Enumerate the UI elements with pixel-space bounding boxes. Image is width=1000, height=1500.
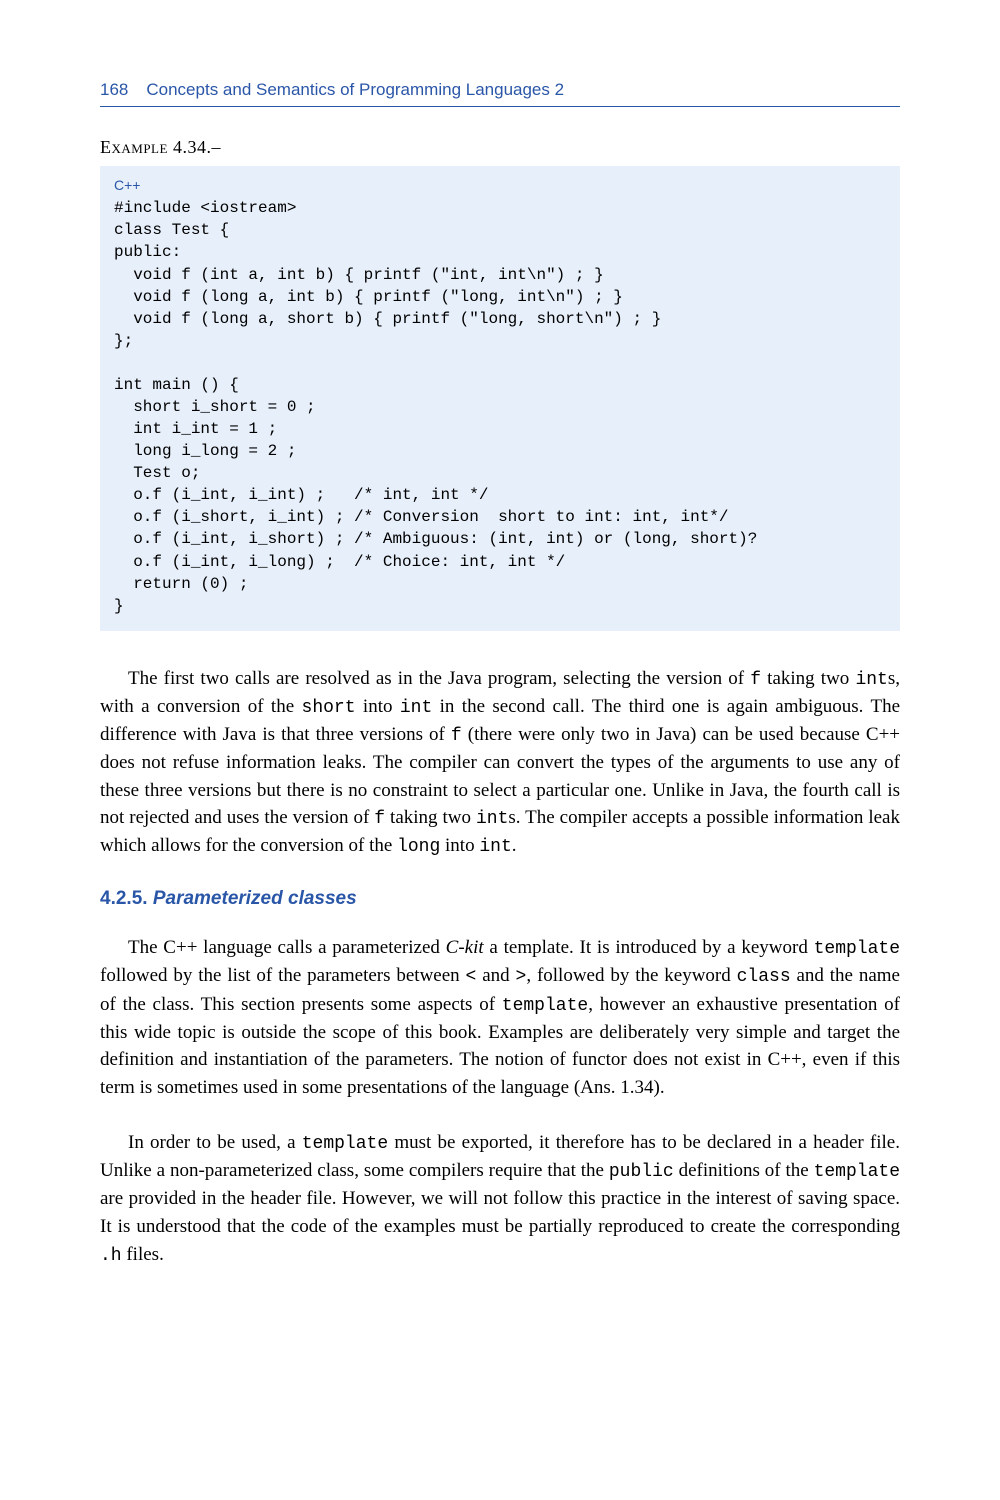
example-label: Example 4.34.– [100, 137, 900, 158]
paragraph-3: In order to be used, a template must be … [100, 1129, 900, 1268]
example-number: 4.34.– [168, 137, 221, 157]
code-block: C++ #include <iostream> class Test { publ… [100, 166, 900, 631]
code-language-label: C++ [114, 176, 886, 195]
section-number: 4.2.5. [100, 888, 148, 909]
example-prefix: Example [100, 137, 168, 157]
page-number: 168 [100, 80, 128, 100]
header-rule [100, 106, 900, 107]
running-header: 168 Concepts and Semantics of Programmin… [100, 80, 900, 100]
page: 168 Concepts and Semantics of Programmin… [0, 0, 1000, 1500]
section-title: Parameterized classes [153, 888, 357, 909]
paragraph-2: The C++ language calls a parameterized C… [100, 934, 900, 1101]
running-title: Concepts and Semantics of Programming La… [146, 80, 564, 100]
section-heading: 4.2.5. Parameterized classes [100, 888, 900, 910]
paragraph-1: The first two calls are resolved as in t… [100, 665, 900, 861]
code-content: #include <iostream> class Test { public:… [114, 199, 757, 614]
